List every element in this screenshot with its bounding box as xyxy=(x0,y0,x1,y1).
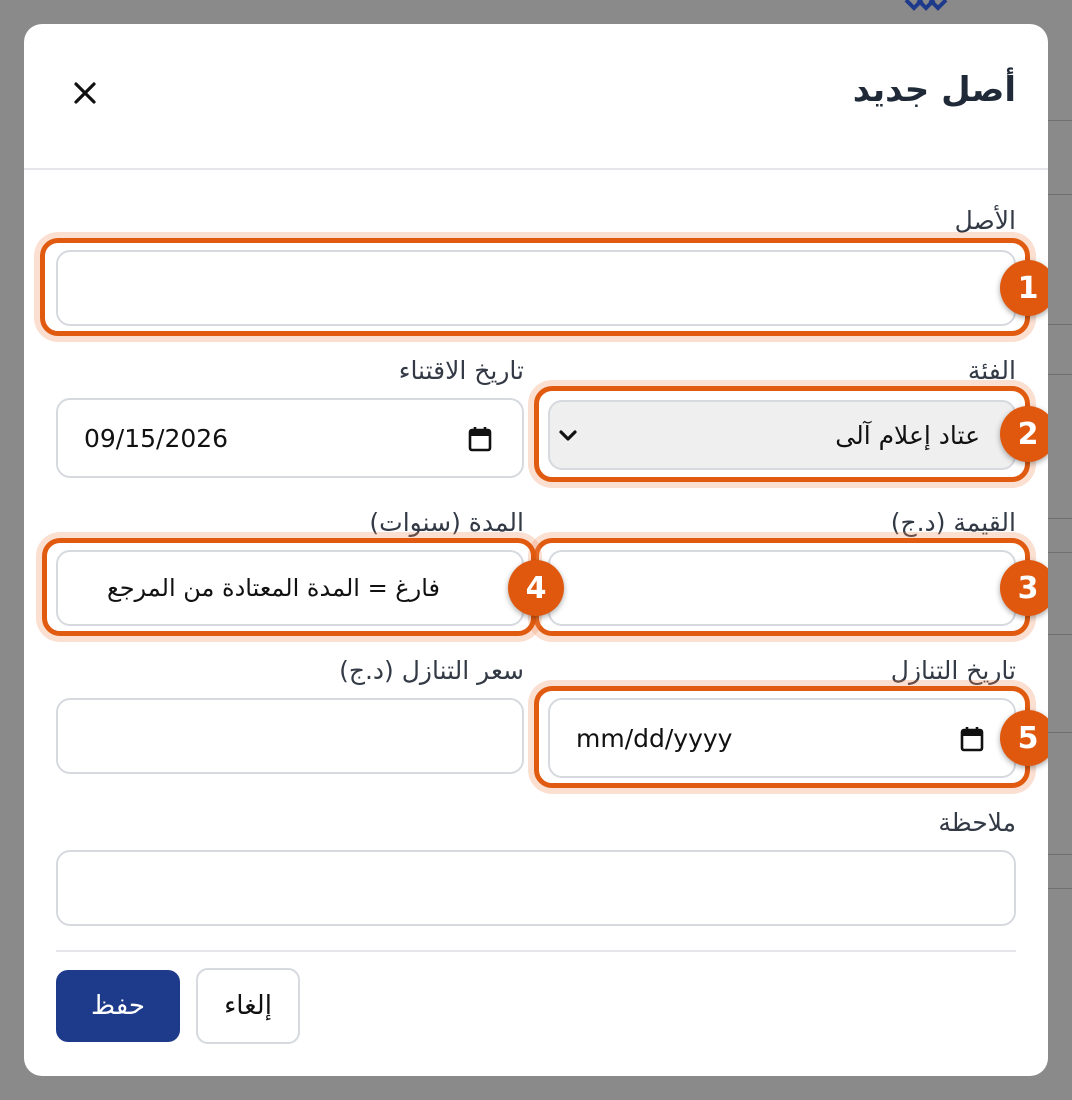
bg-divider xyxy=(1048,120,1072,121)
step-badge-4: 4 xyxy=(508,560,564,616)
cancel-button[interactable]: إلغاء xyxy=(196,968,300,1044)
category-select[interactable]: عتاد إعلام آلى xyxy=(548,400,1016,470)
step-badge-2: 2 xyxy=(1000,406,1048,462)
bg-divider xyxy=(1048,194,1072,195)
duration-input[interactable]: فارغ = المدة المعتادة من المرجع xyxy=(56,550,524,626)
note-text-input[interactable] xyxy=(58,852,1014,924)
bg-divider xyxy=(1048,854,1072,855)
disposal-price-label: سعر التنازل (د.ج) xyxy=(339,656,524,685)
calendar-icon[interactable] xyxy=(468,426,492,452)
bg-divider xyxy=(1048,552,1072,553)
bg-divider xyxy=(1048,518,1072,519)
bg-divider xyxy=(1048,374,1072,375)
logo-icon xyxy=(904,0,948,11)
acquisition-date-label: تاريخ الاقتناء xyxy=(398,356,524,385)
chevron-down-icon xyxy=(559,430,577,441)
note-label: ملاحظة xyxy=(938,808,1016,837)
bg-divider xyxy=(1048,888,1072,889)
value-input[interactable] xyxy=(548,550,1016,626)
category-selected-value: عتاد إعلام آلى xyxy=(835,420,980,450)
step-badge-5: 5 xyxy=(1000,710,1048,766)
asset-input[interactable] xyxy=(56,250,1016,326)
footer-divider xyxy=(56,950,1016,952)
step-badge-3: 3 xyxy=(1000,560,1048,616)
bg-divider xyxy=(1048,732,1072,733)
asset-text-input[interactable] xyxy=(58,252,1014,324)
bg-divider xyxy=(1048,324,1072,325)
disposal-date-input[interactable]: mm/dd/yyyy xyxy=(548,698,1016,778)
disposal-date-label: تاريخ التنازل xyxy=(890,656,1016,685)
duration-label: المدة (سنوات) xyxy=(369,508,524,537)
save-button[interactable]: حفظ xyxy=(56,970,180,1042)
disposal-date-value: mm/dd/yyyy xyxy=(576,723,733,753)
value-label: القيمة (د.ج) xyxy=(890,508,1016,537)
dialog-title: أصل جديد xyxy=(852,70,1016,110)
acquisition-date-input[interactable]: 09/15/2026 xyxy=(56,398,524,478)
disposal-price-input[interactable] xyxy=(56,698,524,774)
note-input[interactable] xyxy=(56,850,1016,926)
close-icon xyxy=(74,82,96,104)
duration-placeholder: فارغ = المدة المعتادة من المرجع xyxy=(106,574,440,602)
value-text-input[interactable] xyxy=(550,552,1014,624)
category-label: الفئة xyxy=(967,356,1016,385)
disposal-price-text-input[interactable] xyxy=(58,700,522,772)
step-badge-1: 1 xyxy=(1000,260,1048,316)
acquisition-date-value: 09/15/2026 xyxy=(84,423,229,453)
new-asset-dialog: أصل جديد الأصل 1 الفئة عتاد إعلام آلى 2 … xyxy=(24,24,1048,1076)
asset-label: الأصل xyxy=(954,206,1016,235)
dialog-header: أصل جديد xyxy=(24,24,1048,170)
calendar-icon[interactable] xyxy=(960,726,984,752)
close-button[interactable] xyxy=(68,76,102,110)
bg-divider xyxy=(1048,634,1072,635)
